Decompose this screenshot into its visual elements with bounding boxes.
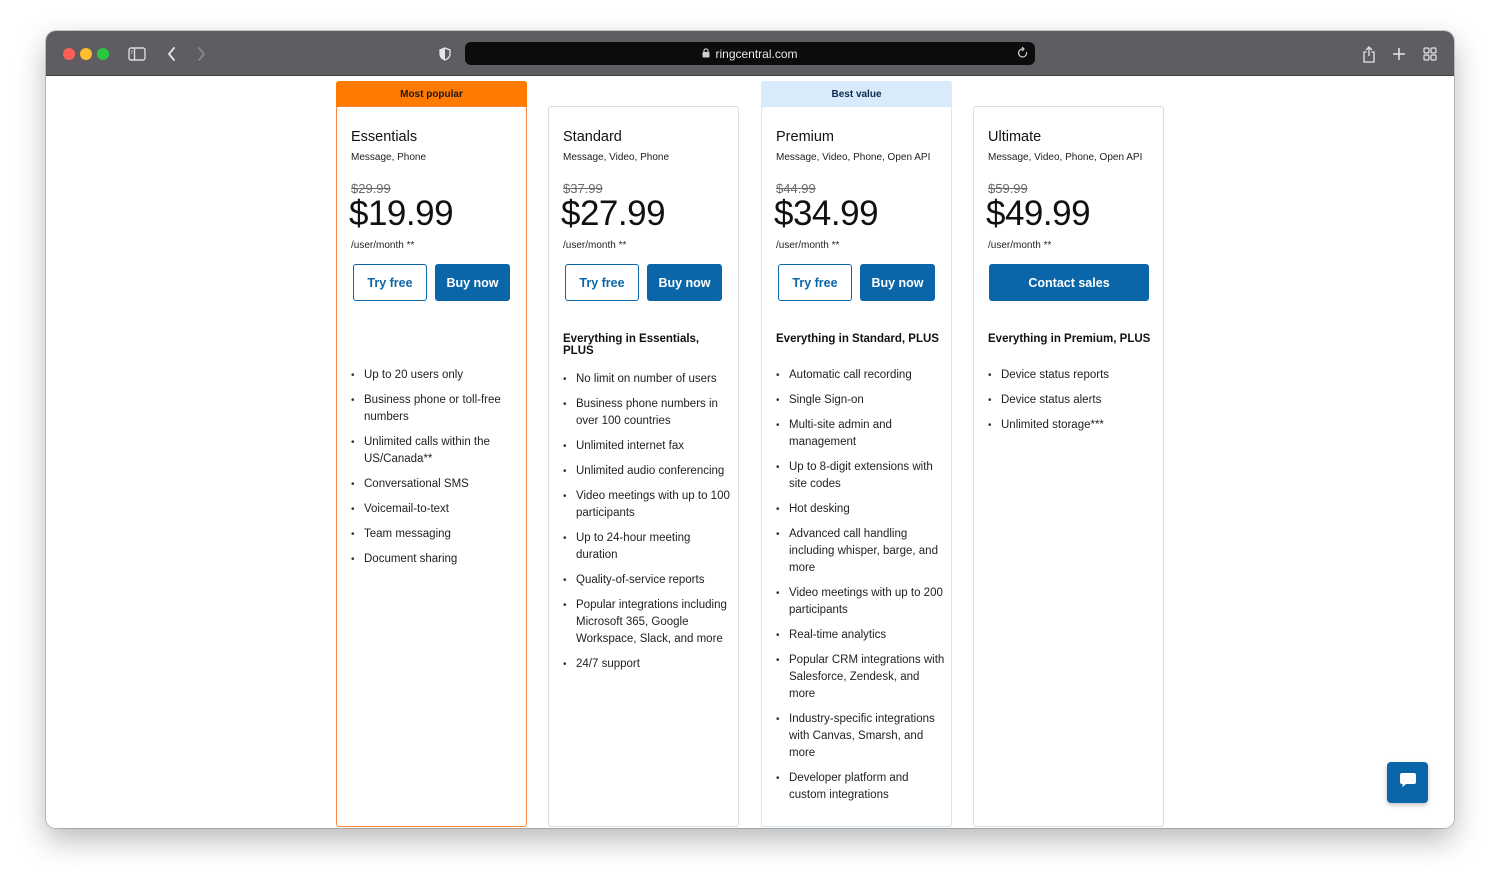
- feature-item: Advanced call handling including whisper…: [776, 526, 946, 577]
- sidebar-icon[interactable]: [126, 43, 148, 65]
- features-heading: Everything in Essentials, PLUS: [563, 333, 700, 357]
- try-free-button[interactable]: Try free: [778, 264, 852, 301]
- feature-item: Real-time analytics: [776, 627, 946, 644]
- feature-item: Quality-of-service reports: [563, 572, 733, 589]
- feature-item: Automatic call recording: [776, 367, 946, 384]
- plan-name: Ultimate: [988, 129, 1042, 145]
- plus-icon[interactable]: [1388, 43, 1410, 65]
- feature-item: Up to 24-hour meeting duration: [563, 530, 733, 564]
- plan-price: $34.99: [774, 194, 879, 233]
- chevron-right-icon[interactable]: [190, 43, 212, 65]
- chevron-left-icon[interactable]: [161, 43, 183, 65]
- plan-channels: Message, Phone: [351, 152, 427, 163]
- contact-sales-button[interactable]: Contact sales: [989, 264, 1149, 301]
- plan-card-premium: Premium Message, Video, Phone, Open API …: [761, 106, 952, 827]
- most-popular-ribbon: Most popular: [336, 81, 527, 107]
- feature-item: Unlimited internet fax: [563, 438, 733, 455]
- feature-item: Popular integrations including Microsoft…: [563, 597, 733, 648]
- price-unit: /user/month **: [776, 240, 840, 251]
- best-value-ribbon: Best value: [761, 81, 952, 107]
- price-unit: /user/month **: [351, 240, 415, 251]
- plan-channels: Message, Video, Phone, Open API: [776, 152, 931, 163]
- features-heading: Everything in Premium, PLUS: [988, 333, 1151, 345]
- plan-price: $19.99: [349, 194, 454, 233]
- browser-window: ringcentral.com Most popular Essentials …: [46, 31, 1454, 828]
- feature-list: No limit on number of users Business pho…: [563, 371, 733, 681]
- price-unit: /user/month **: [563, 240, 627, 251]
- feature-item: Document sharing: [351, 551, 521, 568]
- feature-item: Popular CRM integrations with Salesforce…: [776, 652, 946, 703]
- feature-item: Up to 8-digit extensions with site codes: [776, 459, 946, 493]
- feature-item: Hot desking: [776, 501, 946, 518]
- chat-bubble-icon: [1399, 772, 1417, 793]
- feature-item: Team messaging: [351, 526, 521, 543]
- feature-item: Business phone or toll-free numbers: [351, 392, 521, 426]
- feature-item: Device status alerts: [988, 392, 1158, 409]
- feature-item: Voicemail-to-text: [351, 501, 521, 518]
- reload-icon[interactable]: [1017, 46, 1029, 65]
- feature-list: Up to 20 users only Business phone or to…: [351, 367, 521, 576]
- feature-item: Up to 20 users only: [351, 367, 521, 384]
- try-free-button[interactable]: Try free: [565, 264, 639, 301]
- plan-channels: Message, Video, Phone: [563, 152, 670, 163]
- feature-item: Developer platform and custom integratio…: [776, 770, 946, 804]
- feature-item: Business phone numbers in over 100 count…: [563, 396, 733, 430]
- plan-name: Standard: [563, 129, 622, 145]
- tab-grid-icon[interactable]: [1419, 43, 1441, 65]
- feature-item: Unlimited audio conferencing: [563, 463, 733, 480]
- feature-item: Video meetings with up to 100 participan…: [563, 488, 733, 522]
- plan-price: $27.99: [561, 194, 666, 233]
- feature-item: Unlimited calls within the US/Canada**: [351, 434, 521, 468]
- close-window-button[interactable]: [63, 48, 75, 60]
- try-free-button[interactable]: Try free: [353, 264, 427, 301]
- browser-toolbar: ringcentral.com: [46, 31, 1454, 76]
- plan-channels: Message, Video, Phone, Open API: [988, 152, 1143, 163]
- buy-now-button[interactable]: Buy now: [435, 264, 510, 301]
- features-heading: Everything in Standard, PLUS: [776, 333, 939, 345]
- minimize-window-button[interactable]: [80, 48, 92, 60]
- feature-list: Device status reports Device status aler…: [988, 367, 1158, 442]
- buy-now-button[interactable]: Buy now: [647, 264, 722, 301]
- feature-item: Single Sign-on: [776, 392, 946, 409]
- plan-card-standard: Standard Message, Video, Phone $37.99 $2…: [548, 106, 739, 827]
- feature-item: Conversational SMS: [351, 476, 521, 493]
- feature-item: No limit on number of users: [563, 371, 733, 388]
- price-unit: /user/month **: [988, 240, 1052, 251]
- feature-item: Industry-specific integrations with Canv…: [776, 711, 946, 762]
- pricing-page: Most popular Essentials Message, Phone $…: [46, 77, 1454, 828]
- url-text: ringcentral.com: [715, 46, 798, 61]
- chat-button[interactable]: [1387, 762, 1428, 803]
- plan-price: $49.99: [986, 194, 1091, 233]
- feature-item: Device status reports: [988, 367, 1158, 384]
- plan-card-essentials: Essentials Message, Phone $29.99 $19.99 …: [336, 106, 527, 827]
- zoom-window-button[interactable]: [97, 48, 109, 60]
- share-icon[interactable]: [1358, 43, 1380, 65]
- plan-name: Essentials: [351, 129, 418, 145]
- lock-icon: [702, 45, 710, 63]
- address-bar[interactable]: ringcentral.com: [465, 42, 1035, 65]
- feature-item: Multi-site admin and management: [776, 417, 946, 451]
- feature-list: Automatic call recording Single Sign-on …: [776, 367, 946, 812]
- feature-item: Video meetings with up to 200 participan…: [776, 585, 946, 619]
- plan-card-ultimate: Ultimate Message, Video, Phone, Open API…: [973, 106, 1164, 827]
- feature-item: 24/7 support: [563, 656, 733, 673]
- buy-now-button[interactable]: Buy now: [860, 264, 935, 301]
- shield-icon[interactable]: [434, 43, 456, 65]
- plan-name: Premium: [776, 129, 835, 145]
- feature-item: Unlimited storage***: [988, 417, 1158, 434]
